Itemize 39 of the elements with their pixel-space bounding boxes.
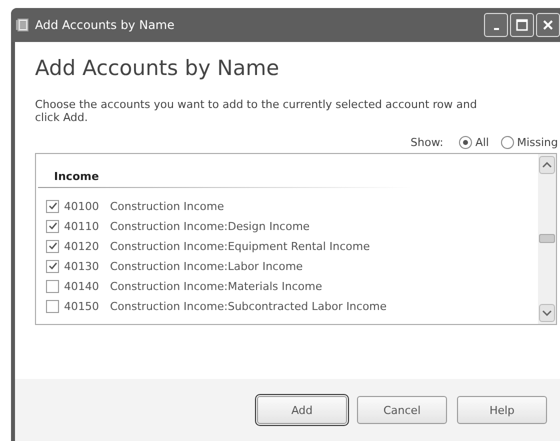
account-name: Construction Income:Materials Income bbox=[110, 280, 322, 292]
account-number: 40130 bbox=[64, 260, 100, 272]
window-title: Add Accounts by Name bbox=[35, 18, 176, 32]
maximize-icon bbox=[516, 19, 528, 31]
ledger-icon bbox=[15, 18, 29, 32]
scrollbar-thumb[interactable] bbox=[539, 234, 555, 243]
minimize-icon bbox=[494, 28, 498, 30]
account-name: Construction Income:Labor Income bbox=[110, 260, 303, 272]
checkbox[interactable] bbox=[46, 200, 59, 212]
scrollbar[interactable] bbox=[538, 154, 556, 324]
instruction-text: Choose the accounts you want to add to the currently selected account row and click Add. bbox=[35, 98, 478, 124]
group-header: Income bbox=[54, 170, 100, 183]
account-number: 40150 bbox=[64, 300, 100, 312]
close-button[interactable] bbox=[536, 13, 560, 37]
account-number: 40100 bbox=[64, 200, 100, 212]
filter-radio[interactable]: Missing bbox=[500, 136, 558, 149]
checkbox[interactable] bbox=[46, 240, 59, 252]
checkbox[interactable] bbox=[46, 220, 59, 232]
checkbox[interactable] bbox=[46, 280, 59, 292]
dialog-button[interactable]: Add bbox=[257, 396, 347, 424]
account-name: Construction Income bbox=[110, 200, 224, 212]
account-name: Construction Income:Subcontracted Labor Income bbox=[110, 300, 387, 312]
close-icon bbox=[542, 19, 554, 31]
maximize-button[interactable] bbox=[510, 13, 534, 37]
chevron-up-icon[interactable] bbox=[542, 162, 552, 168]
show-label: Show: bbox=[410, 136, 444, 149]
checkbox[interactable] bbox=[46, 260, 59, 272]
account-name: Construction Income:Design Income bbox=[110, 220, 310, 232]
account-number: 40140 bbox=[64, 280, 100, 292]
dialog-heading: Add Accounts by Name bbox=[35, 56, 280, 80]
minimize-button[interactable] bbox=[484, 13, 508, 37]
checkbox[interactable] bbox=[46, 300, 59, 312]
filter-radio[interactable]: All bbox=[459, 136, 489, 149]
account-number: 40110 bbox=[64, 220, 100, 232]
chevron-down-icon[interactable] bbox=[542, 310, 552, 316]
account-name: Construction Income:Equipment Rental Income bbox=[110, 240, 370, 252]
dialog-button[interactable]: Cancel bbox=[357, 396, 447, 424]
dialog-button[interactable]: Help bbox=[457, 396, 547, 424]
account-number: 40120 bbox=[64, 240, 100, 252]
